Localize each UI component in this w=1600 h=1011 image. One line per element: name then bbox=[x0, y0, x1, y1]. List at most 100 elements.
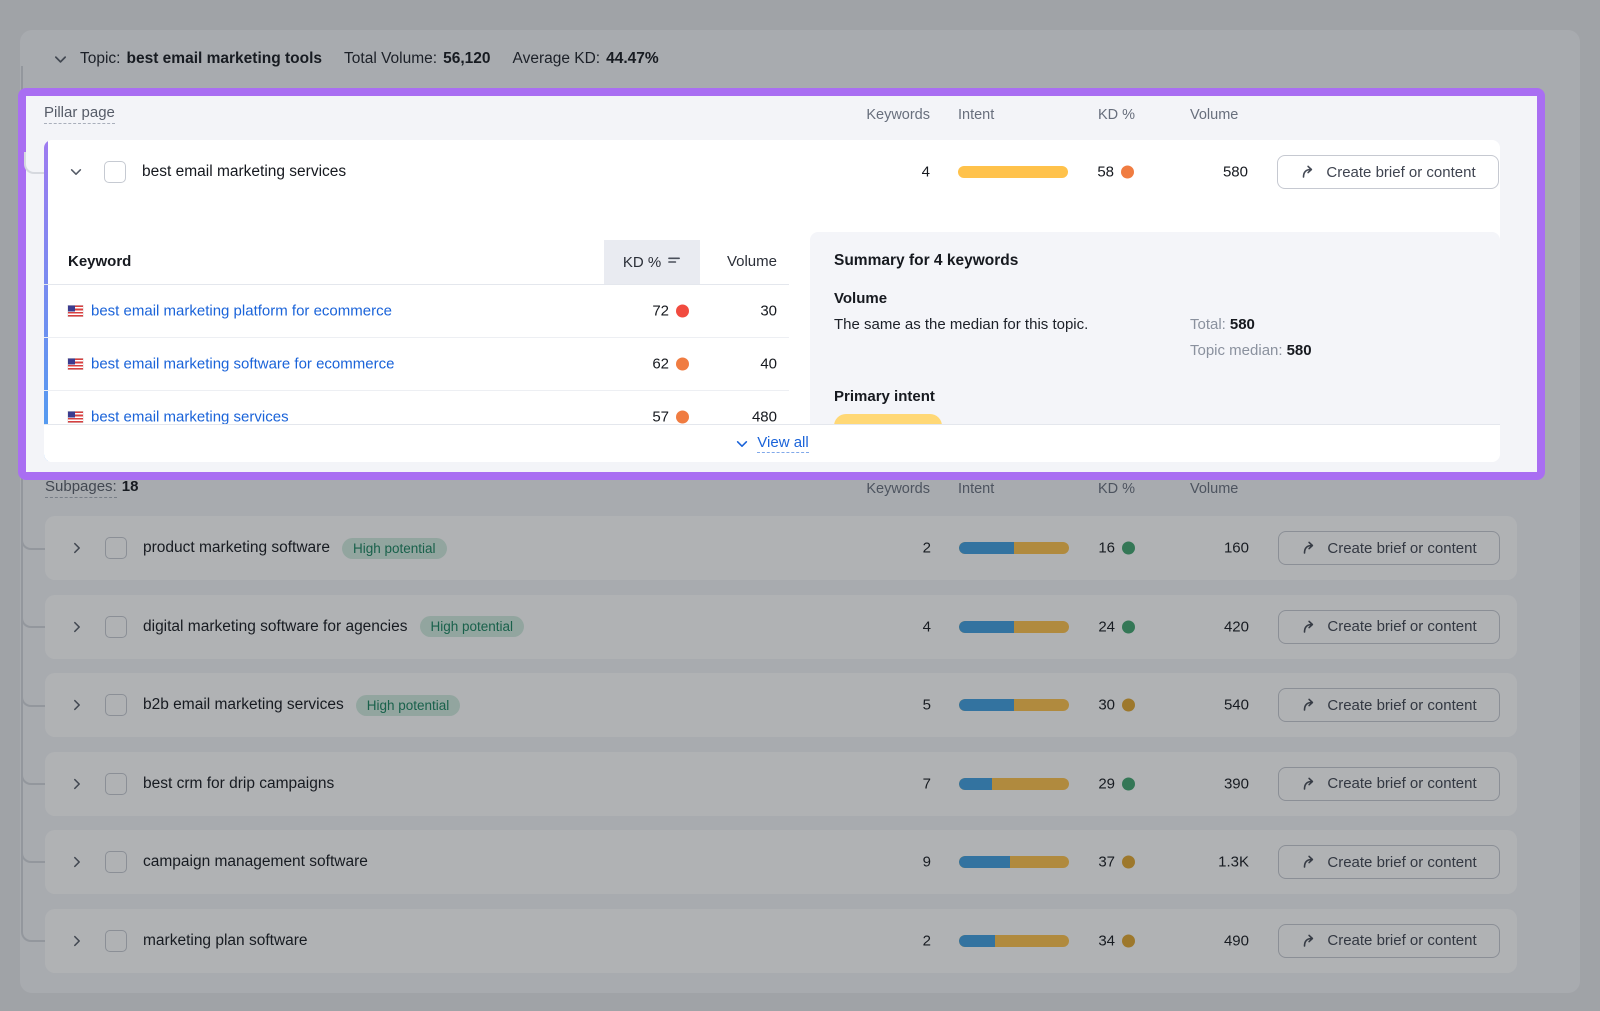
kd-dot bbox=[1122, 856, 1135, 869]
high-potential-badge: High potential bbox=[356, 695, 461, 716]
pillar-card: best email marketing services 4 58 580 C… bbox=[44, 140, 1500, 462]
kd-cell: 62 bbox=[584, 356, 689, 373]
column-header-volume: Volume bbox=[1190, 478, 1238, 500]
kd-cell: 29 bbox=[1021, 775, 1135, 792]
pillar-page-label[interactable]: Pillar page bbox=[44, 104, 115, 122]
kd-cell: 72 bbox=[584, 303, 689, 320]
primary-intent-heading: Primary intent bbox=[834, 388, 1476, 405]
row-checkbox[interactable] bbox=[105, 773, 127, 795]
kd-cell: 16 bbox=[1021, 540, 1135, 557]
summary-volume-heading: Volume bbox=[834, 290, 1476, 307]
forward-arrow-icon bbox=[1301, 854, 1318, 870]
keywords-count: 4 bbox=[835, 618, 931, 635]
kd-value: 30 bbox=[1098, 697, 1115, 714]
kd-value: 58 bbox=[1097, 164, 1114, 181]
keyword-row: best email marketing software for ecomme… bbox=[44, 338, 789, 391]
row-checkbox[interactable] bbox=[105, 616, 127, 638]
forward-arrow-icon bbox=[1301, 540, 1318, 556]
row-checkbox[interactable] bbox=[105, 930, 127, 952]
kd-dot bbox=[1122, 620, 1135, 633]
kd-value: 72 bbox=[652, 303, 669, 320]
kd-value: 16 bbox=[1098, 540, 1115, 557]
subpage-title: product marketing software bbox=[143, 539, 330, 557]
column-header-volume: Volume bbox=[1190, 104, 1238, 126]
forward-arrow-icon bbox=[1301, 619, 1318, 635]
total-volume-label: Total Volume: bbox=[344, 50, 437, 68]
create-brief-button[interactable]: Create brief or content bbox=[1277, 155, 1499, 189]
tree-connector bbox=[24, 152, 46, 174]
keyword-row: best email marketing platform for ecomme… bbox=[44, 285, 789, 338]
volume-value: 40 bbox=[697, 356, 777, 373]
kd-sort-header[interactable]: KD % bbox=[604, 240, 700, 284]
chevron-right-icon[interactable] bbox=[65, 929, 89, 953]
keyword-link[interactable]: best email marketing software for ecomme… bbox=[91, 356, 394, 373]
average-kd-value: 44.47% bbox=[606, 50, 659, 68]
row-checkbox[interactable] bbox=[105, 537, 127, 559]
row-checkbox[interactable] bbox=[105, 694, 127, 716]
column-header-keywords: Keywords bbox=[834, 478, 930, 500]
forward-arrow-icon bbox=[1301, 933, 1318, 949]
kd-dot bbox=[676, 305, 689, 318]
volume-value: 540 bbox=[1145, 697, 1249, 714]
keywords-count: 5 bbox=[835, 697, 931, 714]
volume-value: 420 bbox=[1145, 618, 1249, 635]
kd-cell: 57 bbox=[584, 409, 689, 426]
create-brief-button[interactable]: Create brief or content bbox=[1278, 688, 1500, 722]
pillar-checkbox[interactable] bbox=[104, 161, 126, 183]
kd-dot bbox=[1122, 542, 1135, 555]
keywords-count: 4 bbox=[834, 164, 930, 181]
kd-value: 37 bbox=[1098, 854, 1115, 871]
create-brief-button[interactable]: Create brief or content bbox=[1278, 531, 1500, 565]
summary-volume-text: The same as the median for this topic. bbox=[834, 316, 1170, 368]
us-flag-icon bbox=[68, 359, 83, 370]
subpage-row: campaign management software High potent… bbox=[45, 830, 1517, 894]
kd-dot bbox=[1122, 934, 1135, 947]
create-brief-button[interactable]: Create brief or content bbox=[1278, 767, 1500, 801]
column-header-keywords: Keywords bbox=[834, 104, 930, 126]
volume-column-header: Volume bbox=[727, 240, 777, 284]
row-checkbox[interactable] bbox=[105, 851, 127, 873]
kd-cell: 37 bbox=[1021, 854, 1135, 871]
kd-dot bbox=[1121, 166, 1134, 179]
intent-segment-blue bbox=[959, 542, 1014, 554]
kd-dot bbox=[1122, 777, 1135, 790]
high-potential-badge: High potential bbox=[342, 538, 447, 559]
volume-value: 490 bbox=[1145, 932, 1249, 949]
subpage-title: b2b email marketing services bbox=[143, 696, 344, 714]
volume-value: 1.3K bbox=[1145, 854, 1249, 871]
subpage-row: best crm for drip campaigns High potenti… bbox=[45, 752, 1517, 816]
chevron-right-icon[interactable] bbox=[65, 772, 89, 796]
create-brief-button[interactable]: Create brief or content bbox=[1278, 610, 1500, 644]
keywords-count: 9 bbox=[835, 854, 931, 871]
kd-cell: 30 bbox=[1021, 697, 1135, 714]
volume-value: 580 bbox=[1144, 164, 1248, 181]
high-potential-badge: High potential bbox=[420, 616, 525, 637]
create-brief-button[interactable]: Create brief or content bbox=[1278, 924, 1500, 958]
column-header-kd: KD % bbox=[1098, 104, 1135, 126]
chevron-right-icon[interactable] bbox=[65, 615, 89, 639]
keyword-link[interactable]: best email marketing platform for ecomme… bbox=[91, 303, 392, 320]
chevron-right-icon[interactable] bbox=[65, 536, 89, 560]
subpage-row: marketing plan software High potential 2… bbox=[45, 909, 1517, 973]
forward-arrow-icon bbox=[1301, 697, 1318, 713]
pillar-highlight-panel: Pillar page Keywords Intent KD % Volume … bbox=[18, 88, 1545, 480]
chevron-right-icon[interactable] bbox=[65, 850, 89, 874]
column-header-intent: Intent bbox=[958, 104, 994, 126]
keywords-count: 2 bbox=[835, 932, 931, 949]
create-brief-button[interactable]: Create brief or content bbox=[1278, 845, 1500, 879]
kd-cell: 34 bbox=[1021, 932, 1135, 949]
total-volume-value: 56,120 bbox=[443, 50, 490, 68]
chevron-right-icon[interactable] bbox=[65, 693, 89, 717]
keywords-count: 2 bbox=[835, 540, 931, 557]
chevron-down-icon[interactable] bbox=[64, 160, 88, 184]
intent-segment-blue bbox=[959, 621, 1014, 633]
view-all-bar: View all bbox=[44, 424, 1500, 462]
view-all-link[interactable]: View all bbox=[757, 434, 808, 453]
subpage-title: digital marketing software for agencies bbox=[143, 618, 408, 636]
subpages-section-label[interactable]: Subpages:18 bbox=[45, 478, 138, 495]
chevron-down-icon bbox=[735, 437, 749, 451]
kd-value: 29 bbox=[1098, 775, 1115, 792]
keyword-link[interactable]: best email marketing services bbox=[91, 409, 289, 426]
chevron-down-icon[interactable] bbox=[48, 47, 72, 71]
intent-segment-blue bbox=[959, 935, 995, 947]
